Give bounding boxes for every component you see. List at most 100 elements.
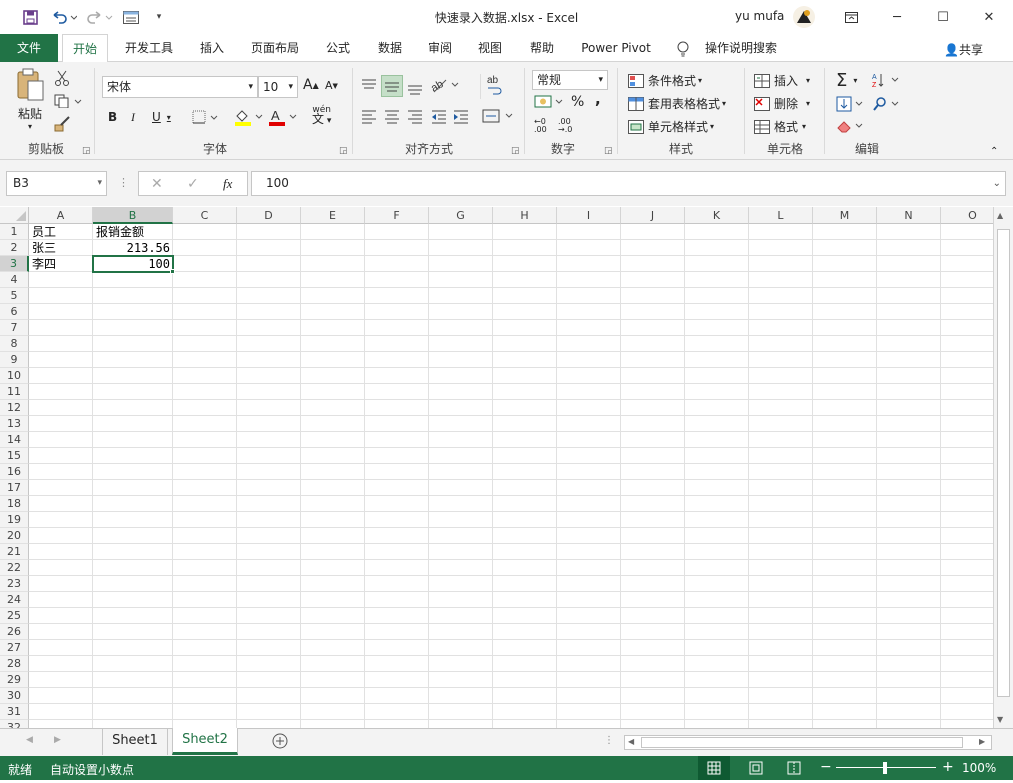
row-header-30[interactable]: 30 [0, 688, 29, 704]
tab-power-pivot[interactable]: Power Pivot [576, 34, 656, 62]
cell-B2[interactable]: 213.56 [96, 240, 170, 256]
paste-button[interactable]: 粘贴 ▾ [12, 68, 48, 134]
column-header-J[interactable]: J [621, 207, 685, 224]
fill-down-icon[interactable] [836, 96, 866, 115]
orientation-icon[interactable]: ab [429, 76, 460, 97]
number-format-select[interactable]: 常规 ▾ [532, 70, 608, 90]
column-header-E[interactable]: E [301, 207, 365, 224]
cell-A1[interactable]: 员工 [32, 224, 56, 240]
tab-view[interactable]: 视图 [468, 34, 512, 62]
vertical-scrollbar[interactable]: ▲ ▼ [993, 207, 1013, 730]
column-header-I[interactable]: I [557, 207, 621, 224]
splitter-icon[interactable]: ⋮ [604, 735, 614, 746]
clear-icon[interactable] [836, 118, 866, 137]
row-header-29[interactable]: 29 [0, 672, 29, 688]
column-header-M[interactable]: M [813, 207, 877, 224]
cell-styles-button[interactable]: 单元格样式 ▾ [628, 118, 714, 135]
cell-B1[interactable]: 报销金额 [96, 224, 144, 240]
maximize-icon[interactable]: ☐ [920, 0, 966, 34]
column-header-D[interactable]: D [237, 207, 301, 224]
worksheet-grid[interactable]: ABCDEFGHIJKLMNO 1 2 3 4 5 6 7 8 9 10 11 12 13 14 15 16 1… [0, 207, 993, 728]
scroll-right-icon[interactable]: ▶ [979, 737, 985, 746]
underline-button[interactable]: U ▾ [152, 110, 171, 124]
accounting-format-icon[interactable] [534, 94, 564, 113]
zoom-out-icon[interactable]: − [820, 759, 832, 775]
insert-function-icon[interactable]: fx [223, 176, 232, 192]
page-layout-view-icon[interactable] [742, 756, 770, 780]
shrink-font-button[interactable]: A ▼ [325, 79, 338, 92]
add-sheet-icon[interactable] [272, 733, 288, 752]
enter-icon[interactable]: ✓ [187, 176, 199, 192]
row-header-26[interactable]: 26 [0, 624, 29, 640]
column-header-A[interactable]: A [29, 207, 93, 224]
tab-review[interactable]: 审阅 [418, 34, 462, 62]
sheet-tab-sheet1[interactable]: Sheet1 [102, 729, 168, 755]
font-name-select[interactable]: 宋体 ▾ [102, 76, 258, 98]
cell-A2[interactable]: 张三 [32, 240, 56, 256]
formula-input[interactable]: 100 ⌄ [251, 171, 1006, 196]
row-header-31[interactable]: 31 [0, 704, 29, 720]
row-header-21[interactable]: 21 [0, 544, 29, 560]
column-header-H[interactable]: H [493, 207, 557, 224]
column-header-O[interactable]: O [941, 207, 993, 224]
row-header-32[interactable]: 32 [0, 720, 29, 728]
minimize-icon[interactable]: ─ [874, 0, 920, 34]
row-header-8[interactable]: 8 [0, 336, 29, 352]
row-header-4[interactable]: 4 [0, 272, 29, 288]
row-header-13[interactable]: 13 [0, 416, 29, 432]
conditional-format-button[interactable]: 条件格式 ▾ [628, 72, 702, 89]
prev-sheet-icon[interactable]: ◀ [26, 735, 33, 745]
row-header-22[interactable]: 22 [0, 560, 29, 576]
vertical-scroll-thumb[interactable] [997, 229, 1010, 697]
cell-A3[interactable]: 李四 [32, 256, 56, 272]
find-select-icon[interactable] [872, 96, 902, 115]
row-header-18[interactable]: 18 [0, 496, 29, 512]
zoom-in-icon[interactable]: + [942, 759, 954, 775]
column-header-B[interactable]: B [93, 207, 173, 224]
scroll-up-icon[interactable]: ▲ [997, 211, 1003, 220]
row-header-19[interactable]: 19 [0, 512, 29, 528]
row-header-10[interactable]: 10 [0, 368, 29, 384]
column-header-L[interactable]: L [749, 207, 813, 224]
column-header-C[interactable]: C [173, 207, 237, 224]
font-color-icon[interactable]: A [268, 108, 298, 129]
insert-cells-button[interactable]: 插入 ▾ [754, 72, 810, 89]
comma-button[interactable]: , [595, 90, 601, 108]
cancel-icon[interactable]: ✕ [151, 176, 163, 192]
tab-file[interactable]: 文件 [0, 34, 58, 62]
format-cells-button[interactable]: 格式 ▾ [754, 118, 806, 135]
row-header-17[interactable]: 17 [0, 480, 29, 496]
tab-insert[interactable]: 插入 [190, 34, 234, 62]
page-break-view-icon[interactable] [780, 756, 808, 780]
ribbon-display-icon[interactable] [828, 0, 874, 34]
borders-icon[interactable] [192, 110, 218, 127]
row-header-16[interactable]: 16 [0, 464, 29, 480]
delete-cells-button[interactable]: 删除 ▾ [754, 95, 810, 112]
column-header-F[interactable]: F [365, 207, 429, 224]
merge-center-icon[interactable] [482, 108, 516, 127]
format-as-table-button[interactable]: 套用表格格式 ▾ [628, 95, 726, 112]
fill-color-icon[interactable] [234, 108, 264, 129]
tab-formulas[interactable]: 公式 [316, 34, 360, 62]
tell-me-search[interactable]: 操作说明搜索 [700, 34, 782, 62]
align-center-icon[interactable] [383, 108, 401, 127]
sort-filter-icon[interactable]: AZ [872, 72, 900, 91]
align-right-icon[interactable] [406, 108, 424, 127]
scroll-down-icon[interactable]: ▼ [997, 715, 1003, 724]
phonetic-icon[interactable]: wén 文 ▾ [312, 106, 331, 126]
clipboard-launcher-icon[interactable]: ◲ [82, 146, 91, 156]
increase-indent-icon[interactable] [452, 108, 470, 127]
tab-data[interactable]: 数据 [368, 34, 412, 62]
row-header-5[interactable]: 5 [0, 288, 29, 304]
cut-icon[interactable] [54, 70, 70, 89]
alignment-launcher-icon[interactable]: ◲ [511, 146, 520, 156]
align-left-icon[interactable] [360, 108, 378, 127]
collapse-ribbon-icon[interactable]: ⌃ [990, 146, 998, 157]
italic-button[interactable]: I [131, 110, 135, 125]
zoom-slider-thumb[interactable] [883, 762, 887, 774]
bold-button[interactable]: B [108, 110, 117, 124]
close-icon[interactable]: ✕ [966, 0, 1012, 34]
row-header-15[interactable]: 15 [0, 448, 29, 464]
grow-font-button[interactable]: A ▲ [303, 77, 319, 93]
tab-developer[interactable]: 开发工具 [118, 34, 180, 62]
